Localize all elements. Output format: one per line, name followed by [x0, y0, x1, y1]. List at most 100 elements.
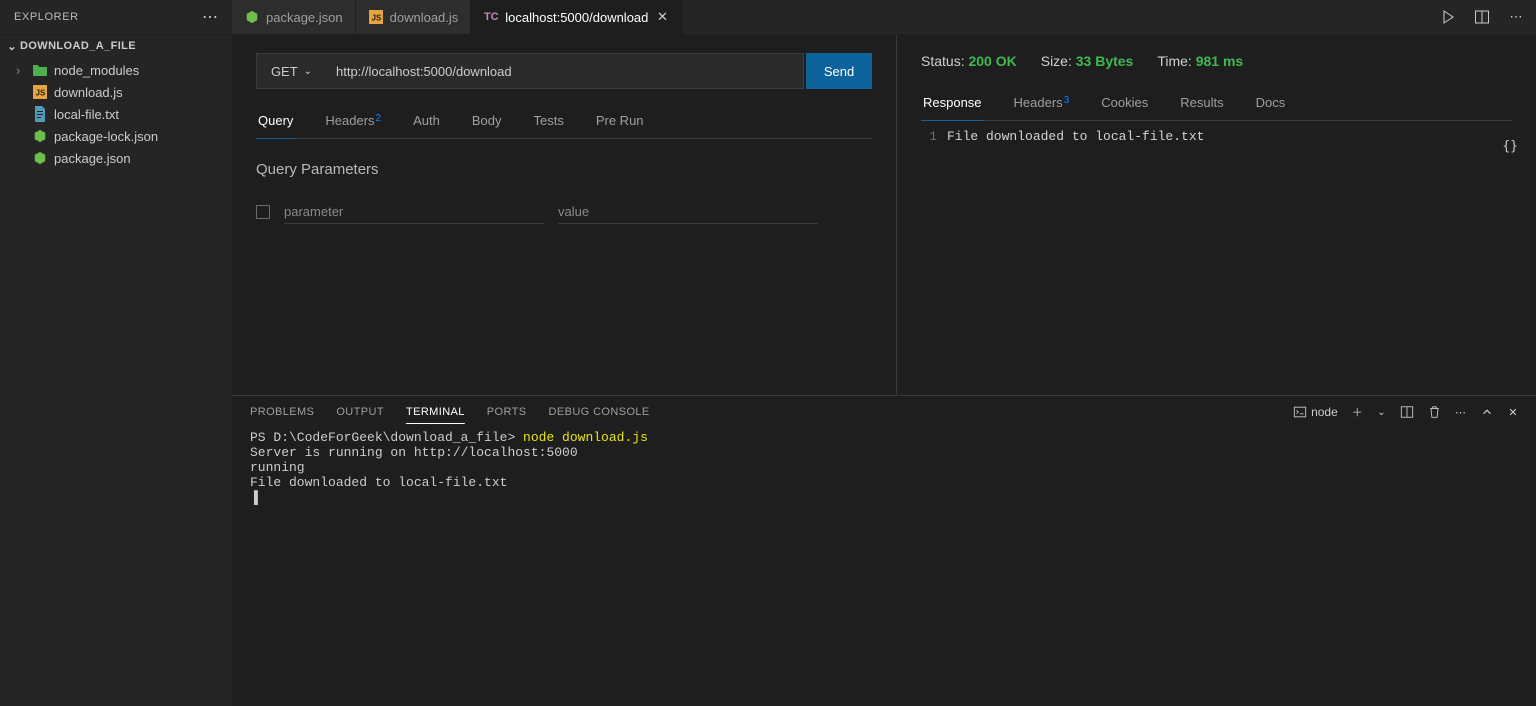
tree-label: local-file.txt [54, 107, 119, 122]
status-label: Status: [921, 53, 965, 69]
panel-tab-output[interactable]: OUTPUT [336, 406, 384, 418]
split-terminal-icon[interactable] [1400, 405, 1414, 419]
explorer-header: EXPLORER ⋯ [0, 0, 232, 34]
node-icon [32, 128, 48, 144]
response-text: File downloaded to local-file.txt [947, 129, 1204, 144]
terminal-line: File downloaded to local-file.txt [250, 475, 507, 490]
project-name: DOWNLOAD_A_FILE [20, 40, 136, 52]
panel-tab-terminal[interactable]: TERMINAL [406, 406, 465, 418]
js-icon: JS [32, 84, 48, 100]
size-label: Size: [1041, 53, 1072, 69]
editor-actions: ⋯ [1436, 0, 1536, 34]
text-file-icon [32, 106, 48, 122]
close-panel-icon[interactable]: ✕ [1508, 406, 1518, 419]
panel-tab-debug[interactable]: DEBUG CONSOLE [549, 406, 650, 418]
url-input[interactable] [326, 53, 804, 89]
resp-headers-badge: 3 [1064, 95, 1070, 106]
subtab-cookies[interactable]: Cookies [1099, 89, 1150, 120]
param-name-input[interactable] [284, 200, 544, 224]
panel-more-icon[interactable]: ⋯ [1455, 406, 1466, 419]
response-body[interactable]: 1 File downloaded to local-file.txt [921, 129, 1512, 144]
tree-file-package-json[interactable]: package.json [0, 147, 232, 169]
node-icon [32, 150, 48, 166]
explorer-more-icon[interactable]: ⋯ [202, 7, 218, 27]
tree-folder-node-modules[interactable]: › node_modules [0, 59, 232, 81]
tab-label: localhost:5000/download [505, 10, 648, 25]
svg-text:JS: JS [371, 14, 381, 23]
kill-terminal-icon[interactable] [1428, 405, 1441, 419]
subtab-auth[interactable]: Auth [411, 107, 442, 138]
query-section-title: Query Parameters [256, 161, 872, 178]
maximize-panel-icon[interactable] [1480, 405, 1494, 419]
subtab-prerun[interactable]: Pre Run [594, 107, 646, 138]
request-subtabs: Query Headers2 Auth Body Tests Pre Run [256, 107, 872, 139]
content-column: GET ⌄ Send Query Headers2 Auth Body Test… [232, 35, 1536, 706]
tab-close-icon[interactable]: ✕ [654, 9, 670, 25]
terminal-icon [1293, 405, 1307, 419]
more-icon[interactable]: ⋯ [1504, 1, 1528, 33]
tab-label: download.js [390, 10, 459, 25]
status-row: Status: 200 OK Size: 33 Bytes Time: 981 … [921, 53, 1512, 69]
subtab-tests[interactable]: Tests [532, 107, 566, 138]
subtab-resp-headers[interactable]: Headers3 [1012, 89, 1072, 120]
tab-download-js[interactable]: JS download.js [356, 0, 472, 34]
param-checkbox[interactable] [256, 205, 270, 219]
bottom-panel: PROBLEMS OUTPUT TERMINAL PORTS DEBUG CON… [232, 395, 1536, 706]
panel-tabs: PROBLEMS OUTPUT TERMINAL PORTS DEBUG CON… [232, 396, 1536, 428]
tree-file-local-file[interactable]: local-file.txt [0, 103, 232, 125]
js-icon: JS [368, 9, 384, 25]
status-value: 200 OK [968, 53, 1016, 69]
explorer-title: EXPLORER [14, 11, 79, 23]
http-method-select[interactable]: GET ⌄ [256, 53, 326, 89]
file-tree: › node_modules JS download.js local-file… [0, 57, 232, 169]
response-pane: Status: 200 OK Size: 33 Bytes Time: 981 … [897, 35, 1536, 395]
profile-label: node [1311, 405, 1338, 419]
format-json-icon[interactable]: {} [1502, 139, 1518, 154]
tab-label: package.json [266, 10, 343, 25]
time-label: Time: [1157, 53, 1191, 69]
chevron-down-icon: ⌄ [304, 66, 312, 77]
panel-tab-problems[interactable]: PROBLEMS [250, 406, 314, 418]
tree-label: download.js [54, 85, 123, 100]
terminal-line: running [250, 460, 305, 475]
param-row [256, 200, 872, 224]
tree-file-package-lock[interactable]: package-lock.json [0, 125, 232, 147]
subtab-body[interactable]: Body [470, 107, 504, 138]
terminal-output[interactable]: PS D:\CodeForGeek\download_a_file> node … [232, 428, 1536, 706]
terminal-actions: node ＋ ⌄ ⋯ ✕ [1293, 404, 1518, 420]
send-button[interactable]: Send [806, 53, 872, 89]
panel-tab-ports[interactable]: PORTS [487, 406, 527, 418]
subtab-response[interactable]: Response [921, 89, 984, 120]
response-subtabs: Response Headers3 Cookies Results Docs [921, 89, 1512, 121]
terminal-prompt: PS D:\CodeForGeek\download_a_file> [250, 430, 523, 445]
tab-strip: EXPLORER ⋯ package.json JS download.js T… [0, 0, 1536, 35]
terminal-cursor: ▐ [250, 490, 258, 505]
folder-icon [32, 62, 48, 78]
size-value: 33 Bytes [1076, 53, 1134, 69]
terminal-command: node download.js [523, 430, 648, 445]
subtab-headers[interactable]: Headers2 [323, 107, 383, 138]
tree-file-download-js[interactable]: JS download.js [0, 81, 232, 103]
subtab-query[interactable]: Query [256, 107, 295, 138]
split-editor-icon[interactable] [1470, 1, 1494, 33]
subtab-label: Headers [1014, 95, 1063, 110]
subtab-label: Headers [325, 113, 374, 128]
subtab-results[interactable]: Results [1178, 89, 1225, 120]
param-value-input[interactable] [558, 200, 818, 224]
tc-icon: TC [483, 9, 499, 25]
project-header[interactable]: ⌄ DOWNLOAD_A_FILE [0, 35, 232, 57]
tree-label: package.json [54, 151, 131, 166]
terminal-profile[interactable]: node [1293, 405, 1338, 419]
subtab-docs[interactable]: Docs [1254, 89, 1288, 120]
time-value: 981 ms [1196, 53, 1243, 69]
headers-badge: 2 [376, 113, 382, 124]
new-terminal-icon[interactable]: ＋ [1352, 404, 1363, 420]
tab-package-json[interactable]: package.json [232, 0, 356, 34]
node-icon [244, 9, 260, 25]
tree-label: package-lock.json [54, 129, 158, 144]
method-label: GET [271, 64, 298, 79]
tab-thunder-client[interactable]: TC localhost:5000/download ✕ [471, 0, 683, 34]
run-icon[interactable] [1436, 1, 1460, 33]
terminal-dropdown-icon[interactable]: ⌄ [1377, 407, 1386, 418]
explorer-sidebar: ⌄ DOWNLOAD_A_FILE › node_modules JS down… [0, 35, 232, 706]
